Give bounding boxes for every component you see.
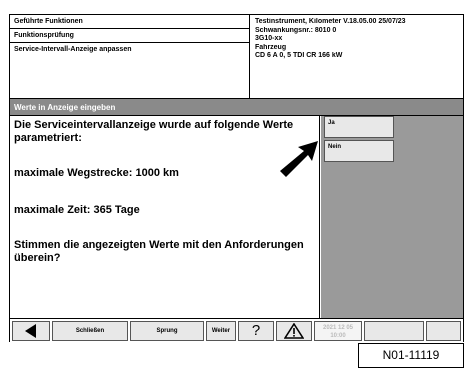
empty-slot-button	[364, 321, 424, 341]
diagnostic-screen: Geführte Funktionen Funktionsprüfung Ser…	[9, 14, 464, 342]
back-button[interactable]	[12, 321, 50, 341]
model-code: 3G10-xx	[255, 35, 283, 42]
header-left: Geführte Funktionen Funktionsprüfung Ser…	[10, 15, 250, 99]
disabled-timestamp: 2021 12 05 10:00	[314, 321, 362, 341]
message-area: Die Serviceintervallanzeige wurde auf fo…	[10, 116, 320, 318]
message-intro: Die Serviceintervallanzeige wurde auf fo…	[14, 119, 294, 144]
header-step: Service-Intervall-Anzeige anpassen	[14, 46, 132, 53]
tester-version: Testinstrument, Kilometer V.18.05.00 25/…	[255, 18, 406, 25]
header-mode: Geführte Funktionen	[10, 15, 250, 29]
jump-button[interactable]: Sprung	[130, 321, 204, 341]
vehicle-label: Fahrzeug	[255, 43, 287, 51]
confirmation-question: Stimmen die angezeigten Werte mit den An…	[14, 239, 304, 264]
help-button[interactable]: ?	[238, 321, 274, 341]
vehicle-code: Schwankungsnr.: 8010 0	[255, 26, 337, 34]
figure-number: N01-11119	[358, 343, 464, 368]
section-title: Werte in Anzeige eingeben	[10, 99, 463, 116]
header-function: Funktionsprüfung	[10, 29, 250, 43]
footer-toolbar: Schließen Sprung Weiter ? 2021 12 05 10:…	[10, 318, 463, 342]
no-button[interactable]: Nein	[324, 140, 394, 162]
close-button[interactable]: Schließen	[52, 321, 128, 341]
header: Geführte Funktionen Funktionsprüfung Ser…	[10, 15, 463, 99]
header-vehicle-info: Testinstrument, Kilometer V.18.05.00 25/…	[251, 15, 463, 99]
triangle-left-icon	[25, 324, 36, 338]
yes-button[interactable]: Ja	[324, 116, 394, 138]
max-distance-value: maximale Wegstrecke: 1000 km	[14, 167, 179, 179]
empty-slot-button	[426, 321, 461, 341]
warning-triangle-icon	[283, 322, 305, 339]
engine-info: CD 6 A 0, 5 TDI CR 166 kW	[255, 52, 343, 59]
max-time-value: maximale Zeit: 365 Tage	[14, 204, 140, 216]
answer-panel: Ja Nein	[321, 116, 463, 318]
next-button[interactable]: Weiter	[206, 321, 236, 341]
warning-button[interactable]	[276, 321, 312, 341]
pointer-arrow-icon	[280, 141, 318, 177]
